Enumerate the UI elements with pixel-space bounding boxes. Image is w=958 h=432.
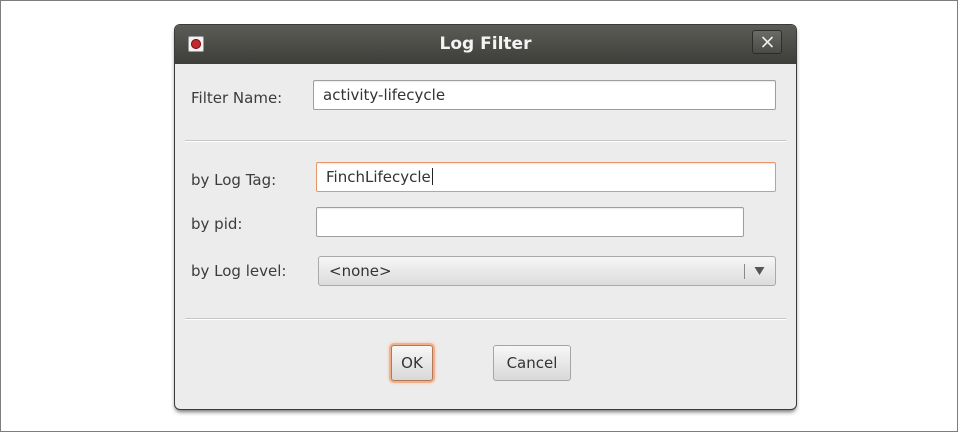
filter-name-value: activity-lifecycle [323,86,446,104]
dialog-title: Log Filter [439,34,532,54]
chevron-down-icon [754,267,765,275]
close-icon [761,36,774,48]
pid-label: by pid: [191,215,243,233]
log-level-select[interactable]: <none> [318,256,776,286]
log-tag-input[interactable]: FinchLifecycle [316,162,776,192]
log-level-label: by Log level: [191,262,287,280]
title-bar[interactable]: Log Filter [175,25,796,64]
pid-input[interactable] [316,207,744,237]
cancel-button[interactable]: Cancel [493,345,571,381]
select-divider [744,264,745,279]
ok-button[interactable]: OK [391,345,433,381]
separator-top [185,140,786,142]
log-level-selected: <none> [329,262,392,280]
separator-bottom [185,318,786,320]
filter-name-label: Filter Name: [191,89,283,107]
filter-name-input[interactable]: activity-lifecycle [313,80,776,110]
log-tag-value: FinchLifecycle [326,168,431,186]
close-button[interactable] [752,30,782,54]
log-filter-dialog: Log Filter Filter Name: activity-lifecyc… [175,25,796,409]
text-caret [431,168,433,185]
log-tag-label: by Log Tag: [191,171,277,189]
